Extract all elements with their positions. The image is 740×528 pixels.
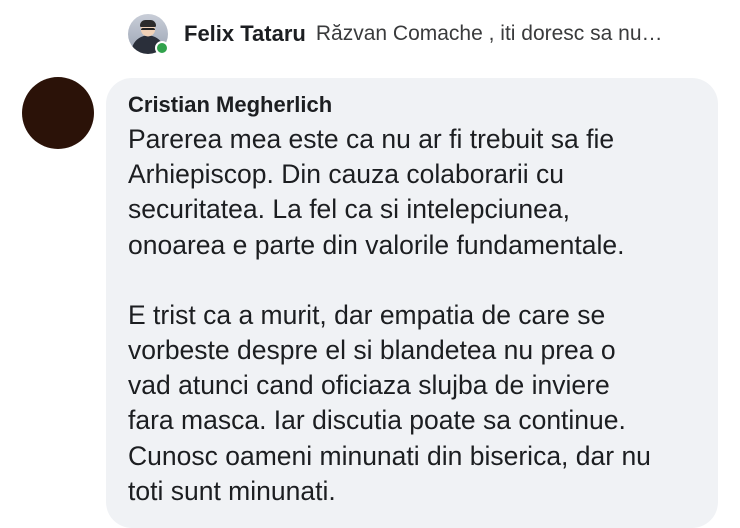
reply-preview-text[interactable]: Răzvan Comache , iti doresc sa nu… (316, 22, 663, 46)
comment-author-avatar[interactable] (22, 77, 94, 149)
comment-bubble: Cristian Megherlich Parerea mea este ca … (106, 78, 718, 528)
comment-paragraph-2: E trist ca a murit, dar empatia de care … (128, 299, 651, 506)
comment-paragraph-1: Parerea mea este ca nu ar fi trebuit sa … (128, 124, 625, 260)
reply-author-avatar[interactable] (128, 14, 169, 55)
online-status-dot (155, 41, 169, 55)
comment-author-name[interactable]: Cristian Megherlich (128, 92, 332, 118)
reply-author-name[interactable]: Felix Tataru (184, 21, 306, 47)
comment-text: Parerea mea este ca nu ar fi trebuit sa … (128, 122, 708, 509)
glasses-detail (141, 28, 155, 34)
profile-photo-icon (140, 20, 156, 27)
reply-preview[interactable]: Felix Tataru Răzvan Comache , iti doresc… (128, 12, 728, 56)
